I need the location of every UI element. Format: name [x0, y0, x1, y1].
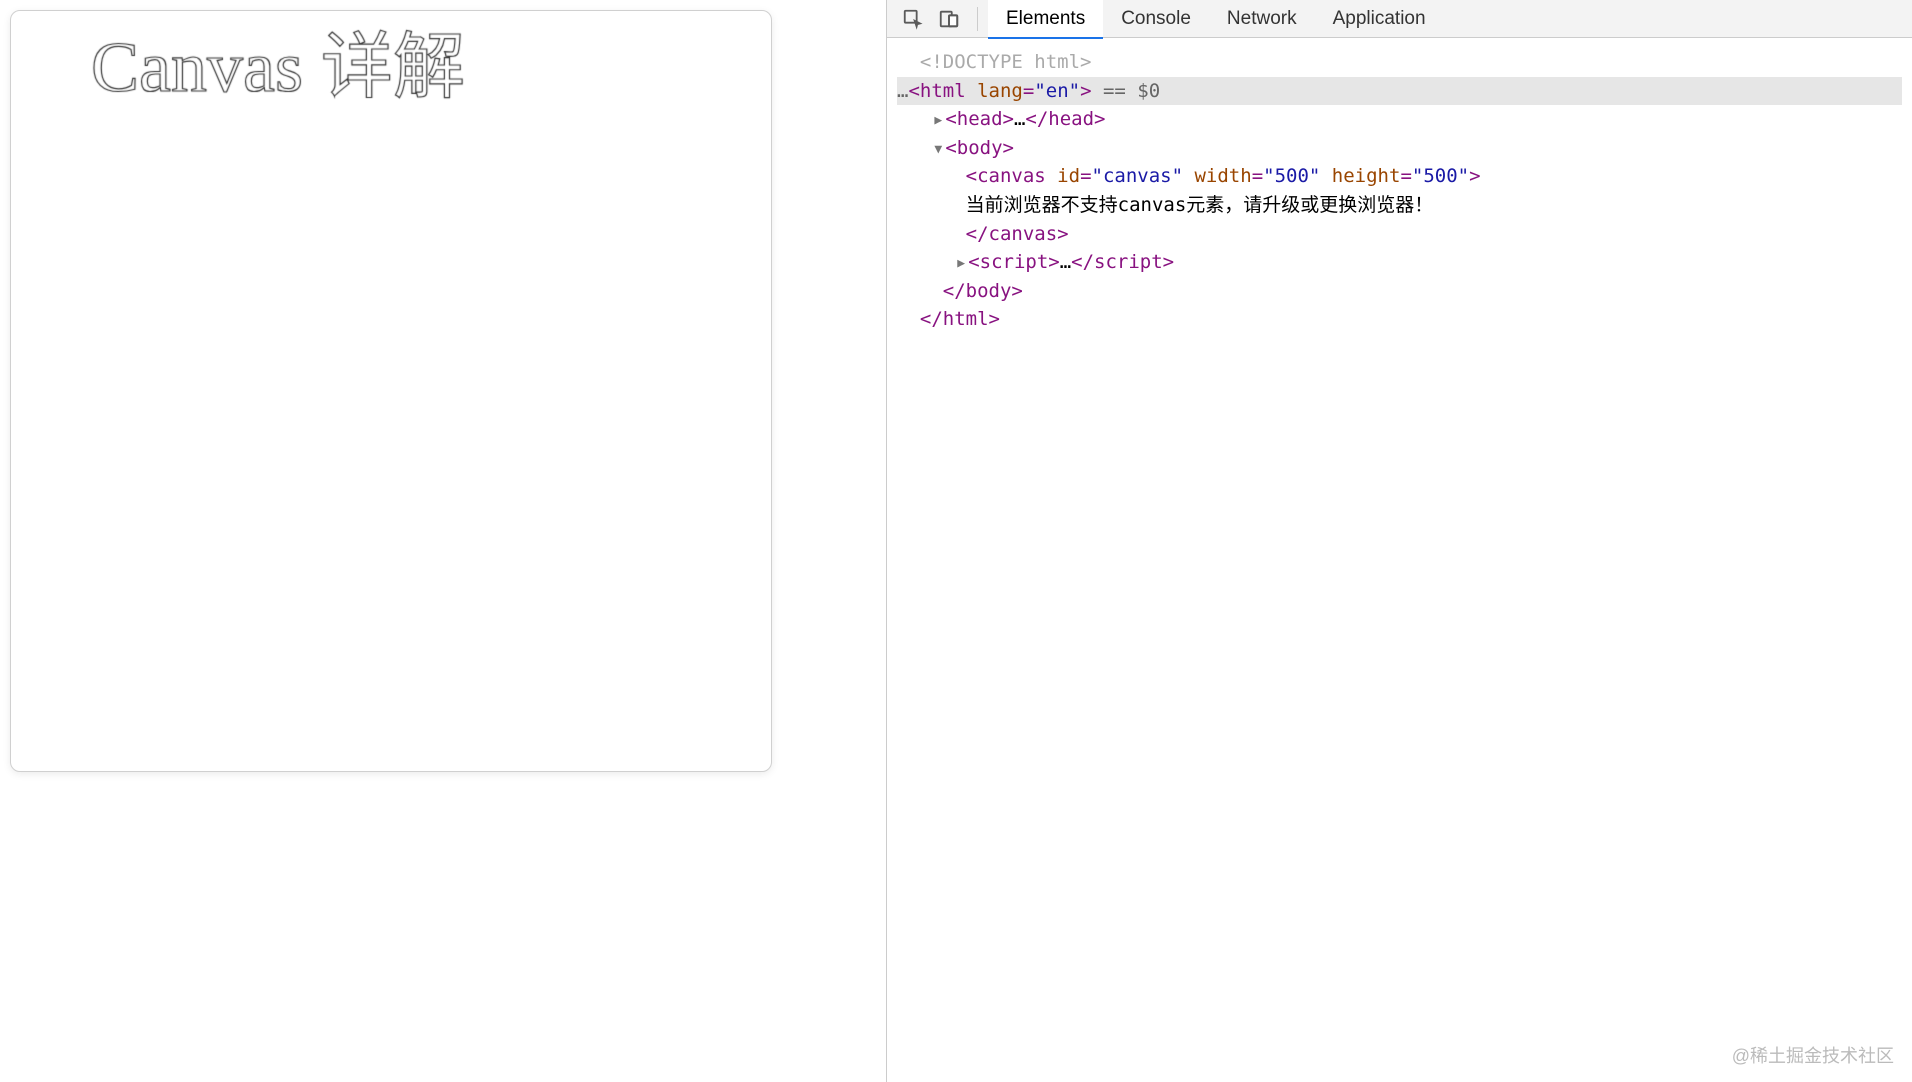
dom-html-close[interactable]: </html> — [897, 305, 1902, 334]
tab-separator — [977, 7, 978, 31]
dom-html-open[interactable]: …<html lang="en"> == $0 — [897, 77, 1902, 106]
page-viewport — [0, 0, 886, 1082]
chevron-down-icon[interactable]: ▼ — [931, 141, 945, 159]
dom-head[interactable]: ▶<head>…</head> — [897, 105, 1902, 134]
devtools-tab-bar: Elements Console Network Application — [887, 0, 1912, 38]
elements-dom-tree[interactable]: <!DOCTYPE html> …<html lang="en"> == $0 … — [887, 38, 1912, 1082]
dom-body-open[interactable]: ▼<body> — [897, 134, 1902, 163]
tab-application[interactable]: Application — [1315, 0, 1444, 38]
dom-canvas-close[interactable]: </canvas> — [897, 220, 1902, 249]
chevron-right-icon[interactable]: ▶ — [931, 112, 945, 130]
tab-console[interactable]: Console — [1103, 0, 1209, 38]
inspect-element-icon[interactable] — [899, 5, 927, 33]
canvas-container — [10, 10, 772, 772]
chevron-right-icon[interactable]: ▶ — [954, 255, 968, 273]
dom-doctype[interactable]: <!DOCTYPE html> — [897, 48, 1902, 77]
dom-script[interactable]: ▶<script>…</script> — [897, 248, 1902, 277]
device-toolbar-icon[interactable] — [935, 5, 963, 33]
dom-body-close[interactable]: </body> — [897, 277, 1902, 306]
dom-canvas-open[interactable]: <canvas id="canvas" width="500" height="… — [897, 162, 1902, 191]
tab-network[interactable]: Network — [1209, 0, 1315, 38]
watermark-text: @稀土掘金技术社区 — [1732, 1042, 1894, 1068]
canvas-element[interactable] — [11, 11, 773, 773]
devtools-panel: Elements Console Network Application <!D… — [886, 0, 1912, 1082]
dom-canvas-text[interactable]: 当前浏览器不支持canvas元素，请升级或更换浏览器！ — [897, 191, 1902, 220]
tab-elements[interactable]: Elements — [988, 0, 1103, 38]
